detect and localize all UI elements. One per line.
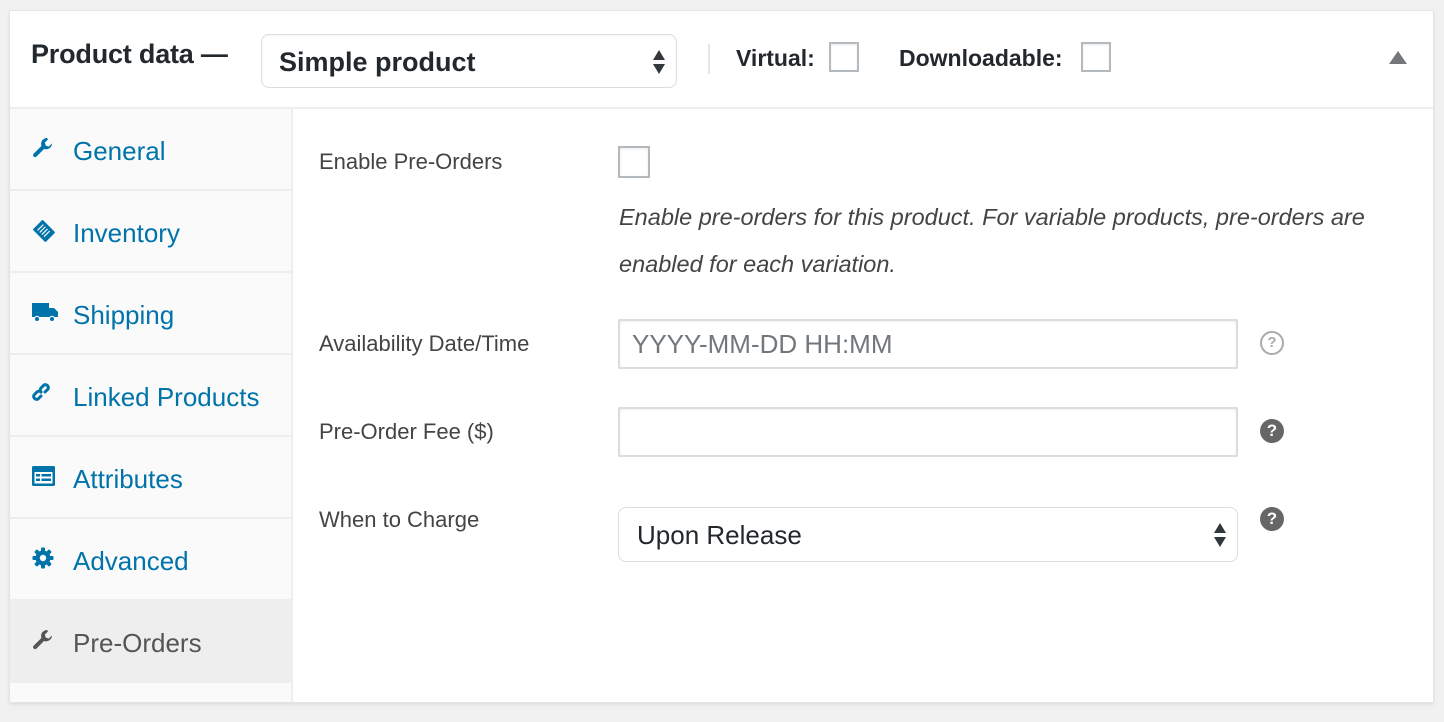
product-type-select[interactable]: Simple product <box>261 34 677 88</box>
wrench-icon <box>32 137 54 159</box>
enable-pre-orders-label: Enable Pre-Orders <box>319 149 503 174</box>
tab-label: Attributes <box>73 464 183 494</box>
list-table-icon <box>32 465 55 487</box>
help-icon[interactable]: ? <box>1260 331 1284 355</box>
panel-title: Product data — <box>31 39 228 69</box>
tab-label: Shipping <box>73 300 175 330</box>
collapse-toggle-icon[interactable] <box>1389 51 1407 64</box>
tab-linked-products[interactable]: Linked Products <box>10 355 291 437</box>
clipboard-tag-icon <box>32 219 55 242</box>
downloadable-checkbox[interactable] <box>1081 42 1111 72</box>
help-icon[interactable]: ? <box>1260 507 1284 531</box>
virtual-label: Virtual: <box>736 45 815 71</box>
truck-icon <box>32 301 58 323</box>
product-data-panel: Product data — Simple product Virtual: D… <box>9 10 1434 703</box>
product-data-tabs: General Inventory Shipping Linked Produc… <box>10 109 293 702</box>
tab-advanced[interactable]: Advanced <box>10 519 291 601</box>
pre-order-fee-label: Pre-Order Fee ($) <box>319 419 494 444</box>
tab-attributes[interactable]: Attributes <box>10 437 291 519</box>
tab-shipping[interactable]: Shipping <box>10 273 291 355</box>
availability-date-input[interactable] <box>618 319 1238 369</box>
tab-label: Inventory <box>73 218 180 248</box>
tab-label: Pre-Orders <box>73 628 202 658</box>
help-icon[interactable]: ? <box>1260 419 1284 443</box>
availability-date-label: Availability Date/Time <box>319 331 530 356</box>
when-to-charge-label: When to Charge <box>319 507 480 532</box>
tab-label: Linked Products <box>73 382 260 412</box>
select-arrows-icon <box>1214 523 1228 547</box>
product-type-value: Simple product <box>279 47 476 77</box>
panel-header: Product data — Simple product Virtual: D… <box>10 11 1433 109</box>
downloadable-label: Downloadable: <box>899 45 1063 71</box>
header-divider <box>708 44 710 74</box>
tab-label: General <box>73 136 166 166</box>
pre-orders-options: Enable Pre-Orders Enable pre-orders for … <box>293 109 1433 702</box>
when-to-charge-value: Upon Release <box>637 520 802 550</box>
tab-general[interactable]: General <box>10 109 291 191</box>
link-icon <box>32 383 54 405</box>
pre-order-fee-input[interactable] <box>618 407 1238 457</box>
tab-label: Advanced <box>73 546 189 576</box>
virtual-checkbox[interactable] <box>829 42 859 72</box>
tab-pre-orders[interactable]: Pre-Orders <box>10 601 291 683</box>
gear-icon <box>32 547 54 569</box>
tab-inventory[interactable]: Inventory <box>10 191 291 273</box>
select-arrows-icon <box>653 50 667 74</box>
when-to-charge-select[interactable]: Upon Release <box>618 507 1238 562</box>
wrench-icon <box>32 629 54 651</box>
enable-pre-orders-checkbox[interactable] <box>618 146 650 178</box>
enable-pre-orders-description: Enable pre-orders for this product. For … <box>619 204 1365 277</box>
